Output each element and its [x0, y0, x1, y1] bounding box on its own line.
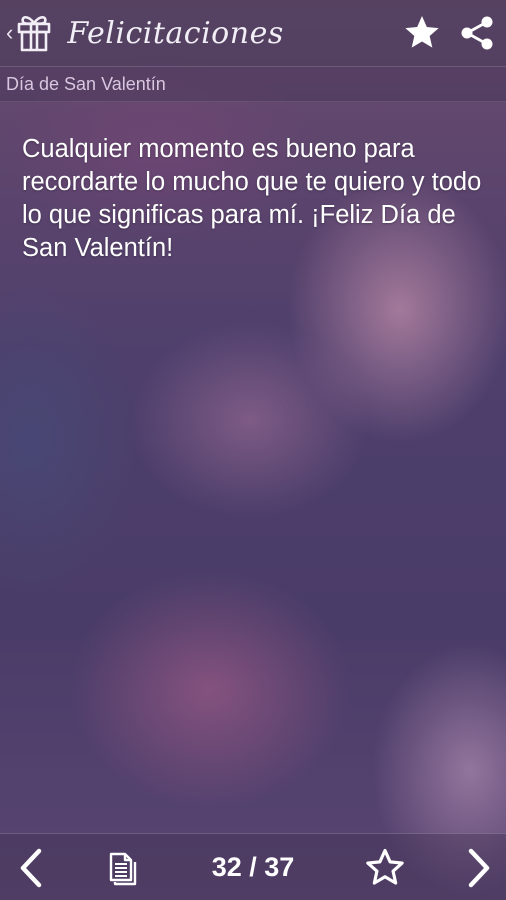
favorite-button[interactable] [402, 13, 442, 53]
share-button[interactable] [460, 15, 494, 51]
bottom-navigation-bar: 32 / 37 [0, 833, 506, 900]
chevron-right-icon [468, 848, 490, 887]
up-chevron-icon: ‹ [6, 20, 14, 45]
copy-icon [109, 852, 137, 885]
app-home-button[interactable]: ‹ [0, 0, 53, 66]
share-icon [461, 16, 493, 50]
copy-button[interactable] [96, 834, 148, 900]
category-bar: Día de San Valentín [0, 67, 506, 102]
category-label: Día de San Valentín [6, 74, 166, 94]
star-icon [405, 16, 439, 48]
app-title: Felicitaciones [67, 15, 284, 51]
chevron-left-icon [20, 848, 42, 887]
previous-button[interactable] [0, 834, 62, 900]
action-bar: ‹ Felicitaciones [0, 0, 506, 67]
star-outline-icon [366, 848, 404, 885]
gift-icon [18, 15, 51, 52]
add-favorite-button[interactable] [356, 834, 414, 900]
message-counter: 32 / 37 [211, 852, 295, 882]
greeting-message: Cualquier momento es bueno para recordar… [22, 135, 482, 262]
next-button[interactable] [452, 834, 506, 900]
